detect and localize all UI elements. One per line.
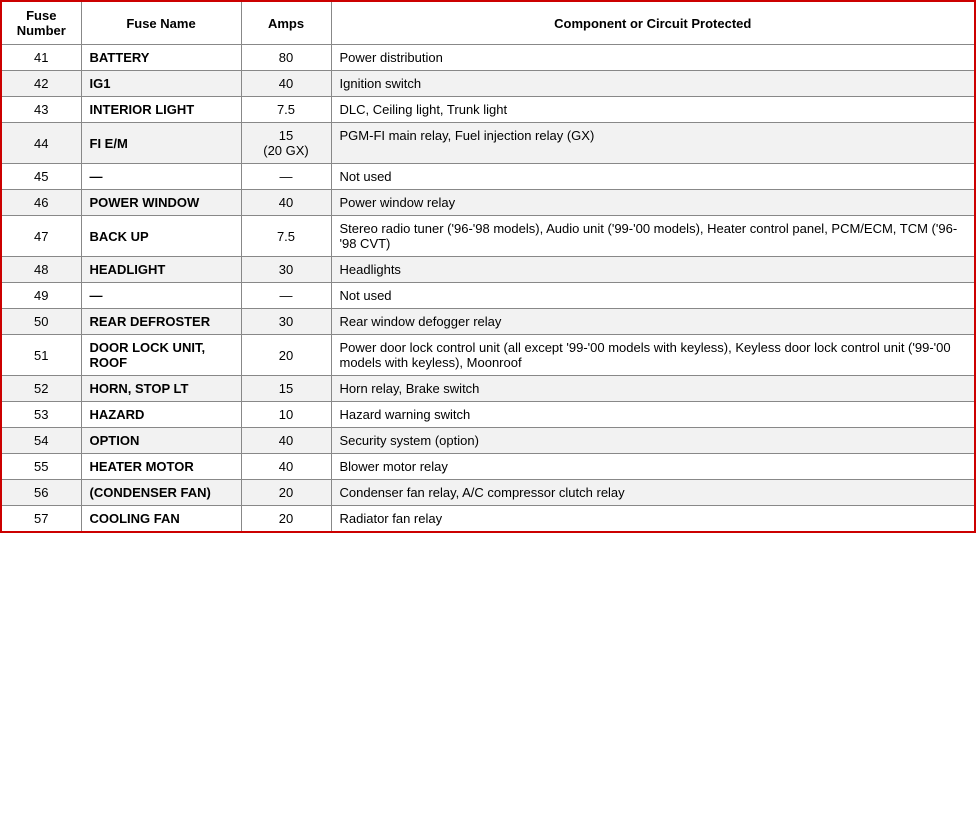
component-cell: Power door lock control unit (all except… — [331, 335, 975, 376]
component-cell: Stereo radio tuner ('96-'98 models), Aud… — [331, 216, 975, 257]
table-row: 42IG140Ignition switch — [1, 71, 975, 97]
fuse-name-cell: HEATER MOTOR — [81, 454, 241, 480]
table-row: 53HAZARD10Hazard warning switch — [1, 402, 975, 428]
table-row: 49——Not used — [1, 283, 975, 309]
component-cell: Headlights — [331, 257, 975, 283]
table-row: 48HEADLIGHT30Headlights — [1, 257, 975, 283]
table-row: 44FI E/M15 (20 GX)PGM-FI main relay, Fue… — [1, 123, 975, 164]
amps-cell: 20 — [241, 506, 331, 533]
fuse-name-cell: INTERIOR LIGHT — [81, 97, 241, 123]
amps-cell: 40 — [241, 428, 331, 454]
fuse-number-cell: 41 — [1, 45, 81, 71]
amps-cell: 15 — [241, 376, 331, 402]
fuse-name-cell: (CONDENSER FAN) — [81, 480, 241, 506]
fuse-name-cell: — — [81, 283, 241, 309]
table-row: 41BATTERY80Power distribution — [1, 45, 975, 71]
component-cell: DLC, Ceiling light, Trunk light — [331, 97, 975, 123]
fuse-number-cell: 53 — [1, 402, 81, 428]
fuse-name-cell: IG1 — [81, 71, 241, 97]
fuse-name-cell: REAR DEFROSTER — [81, 309, 241, 335]
amps-cell: 20 — [241, 335, 331, 376]
component-cell: Condenser fan relay, A/C compressor clut… — [331, 480, 975, 506]
fuse-name-cell: DOOR LOCK UNIT, ROOF — [81, 335, 241, 376]
table-row: 45——Not used — [1, 164, 975, 190]
header-fuse-name: Fuse Name — [81, 1, 241, 45]
table-row: 56(CONDENSER FAN)20Condenser fan relay, … — [1, 480, 975, 506]
amps-cell: — — [241, 283, 331, 309]
table-row: 57COOLING FAN20Radiator fan relay — [1, 506, 975, 533]
fuse-number-cell: 49 — [1, 283, 81, 309]
amps-cell: 7.5 — [241, 216, 331, 257]
table-row: 51DOOR LOCK UNIT, ROOF20Power door lock … — [1, 335, 975, 376]
amps-cell: — — [241, 164, 331, 190]
fuse-name-cell: BATTERY — [81, 45, 241, 71]
component-cell: Security system (option) — [331, 428, 975, 454]
fuse-number-cell: 50 — [1, 309, 81, 335]
fuse-name-cell: HORN, STOP LT — [81, 376, 241, 402]
amps-cell: 10 — [241, 402, 331, 428]
amps-cell: 30 — [241, 257, 331, 283]
fuse-number-cell: 48 — [1, 257, 81, 283]
component-cell: Power window relay — [331, 190, 975, 216]
amps-cell: 40 — [241, 71, 331, 97]
table-row: 55HEATER MOTOR40Blower motor relay — [1, 454, 975, 480]
header-component: Component or Circuit Protected — [331, 1, 975, 45]
amps-cell: 20 — [241, 480, 331, 506]
fuse-name-cell: BACK UP — [81, 216, 241, 257]
table-row: 47BACK UP7.5Stereo radio tuner ('96-'98 … — [1, 216, 975, 257]
fuse-number-cell: 43 — [1, 97, 81, 123]
fuse-number-cell: 42 — [1, 71, 81, 97]
fuse-name-cell: OPTION — [81, 428, 241, 454]
fuse-number-cell: 45 — [1, 164, 81, 190]
fuse-name-cell: POWER WINDOW — [81, 190, 241, 216]
fuse-number-cell: 44 — [1, 123, 81, 164]
fuse-table: Fuse Number Fuse Name Amps Component or … — [0, 0, 976, 533]
amps-cell: 7.5 — [241, 97, 331, 123]
fuse-name-cell: — — [81, 164, 241, 190]
component-cell: Blower motor relay — [331, 454, 975, 480]
fuse-name-cell: COOLING FAN — [81, 506, 241, 533]
component-cell: Hazard warning switch — [331, 402, 975, 428]
fuse-number-cell: 54 — [1, 428, 81, 454]
table-row: 54OPTION40Security system (option) — [1, 428, 975, 454]
fuse-number-cell: 55 — [1, 454, 81, 480]
component-cell: Not used — [331, 164, 975, 190]
amps-cell: 15 (20 GX) — [241, 123, 331, 164]
header-amps: Amps — [241, 1, 331, 45]
fuse-number-cell: 52 — [1, 376, 81, 402]
component-cell: Horn relay, Brake switch — [331, 376, 975, 402]
fuse-name-cell: HEADLIGHT — [81, 257, 241, 283]
table-row: 43INTERIOR LIGHT7.5DLC, Ceiling light, T… — [1, 97, 975, 123]
table-row: 52HORN, STOP LT15Horn relay, Brake switc… — [1, 376, 975, 402]
fuse-table-wrapper: Fuse Number Fuse Name Amps Component or … — [0, 0, 976, 833]
fuse-number-cell: 46 — [1, 190, 81, 216]
component-cell: Power distribution — [331, 45, 975, 71]
fuse-name-cell: HAZARD — [81, 402, 241, 428]
fuse-number-cell: 47 — [1, 216, 81, 257]
component-cell: Rear window defogger relay — [331, 309, 975, 335]
fuse-number-cell: 51 — [1, 335, 81, 376]
component-cell: Ignition switch — [331, 71, 975, 97]
fuse-name-cell: FI E/M — [81, 123, 241, 164]
amps-cell: 30 — [241, 309, 331, 335]
amps-cell: 40 — [241, 454, 331, 480]
amps-cell: 40 — [241, 190, 331, 216]
header-fuse-number: Fuse Number — [1, 1, 81, 45]
table-row: 50REAR DEFROSTER30Rear window defogger r… — [1, 309, 975, 335]
fuse-number-cell: 56 — [1, 480, 81, 506]
component-cell: Radiator fan relay — [331, 506, 975, 533]
component-cell: Not used — [331, 283, 975, 309]
fuse-number-cell: 57 — [1, 506, 81, 533]
table-row: 46POWER WINDOW40Power window relay — [1, 190, 975, 216]
component-cell: PGM-FI main relay, Fuel injection relay … — [331, 123, 975, 164]
amps-cell: 80 — [241, 45, 331, 71]
